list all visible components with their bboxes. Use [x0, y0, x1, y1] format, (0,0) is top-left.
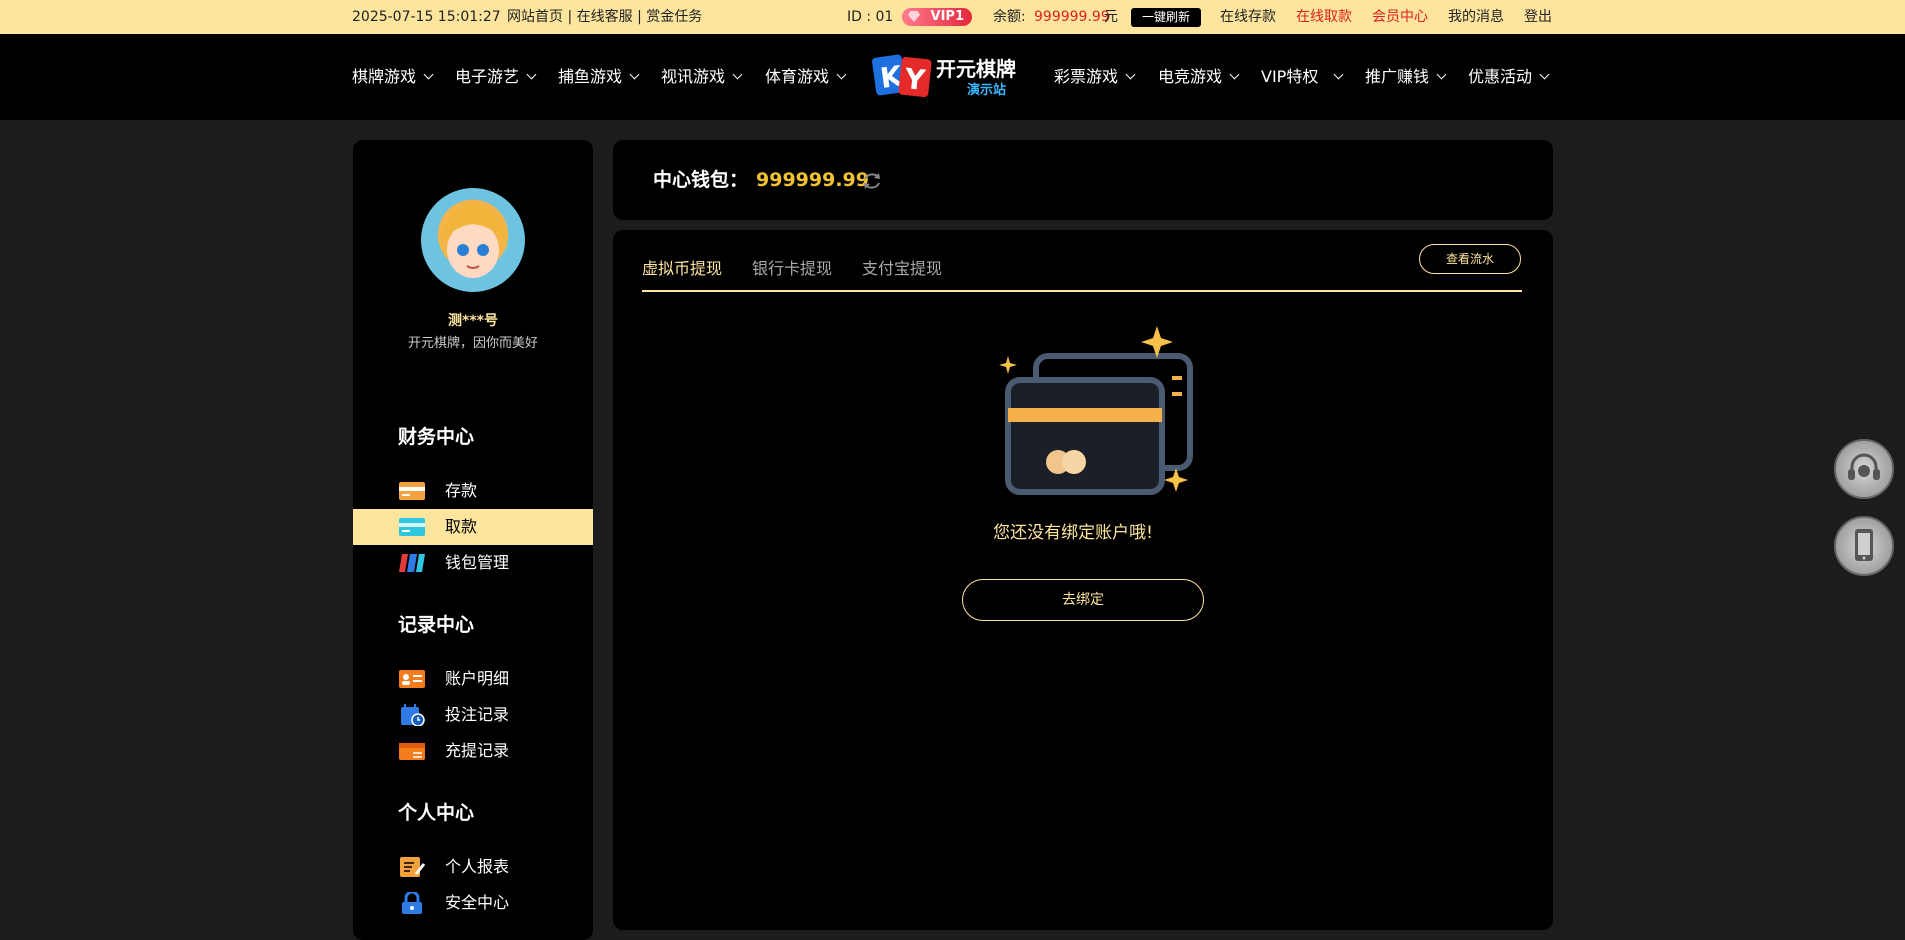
nav-item-promote[interactable]: 推广赚钱 — [1365, 34, 1447, 120]
deposit-card-icon — [399, 482, 425, 500]
chevron-down-icon — [526, 69, 537, 80]
chevron-down-icon — [732, 69, 743, 80]
sidebar-item-deposit[interactable]: 存款 — [353, 473, 593, 509]
refresh-icon[interactable] — [861, 170, 883, 192]
balance-unit: 元 — [1104, 9, 1118, 25]
nav-item-lottery[interactable]: 彩票游戏 — [1054, 34, 1136, 120]
lock-icon — [402, 892, 422, 914]
section-title-finance: 财务中心 — [398, 426, 475, 448]
center-wallet-card: 中心钱包： 999999.99 — [613, 140, 1553, 220]
svg-text:开元棋牌: 开元棋牌 — [936, 57, 1016, 81]
tab-bankcard-withdraw[interactable]: 银行卡提现 — [752, 254, 832, 284]
id-card-icon — [399, 670, 425, 688]
sidebar: 测***号 开元棋牌，因你而美好 财务中心 存款 取款 钱包管理 记录中心 账户… — [353, 140, 593, 940]
top-bar: 2025-07-15 15:01:27 网站首页 | 在线客服 | 赏金任务 I… — [0, 0, 1905, 34]
vip-badge: VIP1 — [902, 8, 972, 26]
svg-text:Y: Y — [902, 62, 927, 97]
nav-item-fishing[interactable]: 捕鱼游戏 — [558, 34, 640, 120]
sidebar-item-personal-report[interactable]: 个人报表 — [353, 849, 593, 885]
view-flow-button[interactable]: 查看流水 — [1419, 244, 1521, 274]
nav-item-chess[interactable]: 棋牌游戏 — [352, 34, 434, 120]
svg-text:演示站: 演示站 — [967, 82, 1006, 98]
chevron-down-icon — [1333, 69, 1344, 80]
tab-crypto-withdraw[interactable]: 虚拟币提现 — [642, 254, 722, 284]
tab-underline — [642, 290, 1522, 292]
center-wallet-amount: 999999.99 — [756, 169, 869, 191]
chevron-down-icon — [1125, 69, 1136, 80]
online-withdraw-link[interactable]: 在线取款 — [1296, 0, 1352, 34]
wallet-icon — [399, 743, 425, 760]
username: 测***号 — [448, 313, 498, 329]
user-id: ID : 01 — [847, 9, 894, 25]
online-deposit-link[interactable]: 在线存款 — [1220, 0, 1276, 34]
one-click-refresh-button[interactable]: 一键刷新 — [1131, 8, 1201, 27]
withdraw-panel: 虚拟币提现 银行卡提现 支付宝提现 查看流水 您还没有绑定账户哦! 去绑定 — [613, 230, 1553, 930]
site-logo[interactable]: K Y 开元棋牌 演示站 — [872, 50, 1040, 102]
avatar[interactable] — [421, 188, 525, 292]
calendar-clock-icon — [401, 704, 425, 726]
nav-item-slots[interactable]: 电子游艺 — [455, 34, 537, 120]
chevron-down-icon — [1436, 69, 1447, 80]
section-title-records: 记录中心 — [398, 614, 475, 636]
nav-item-sports[interactable]: 体育游戏 — [765, 34, 847, 120]
balance-label: 余额: — [993, 9, 1026, 25]
sidebar-item-security-center[interactable]: 安全中心 — [353, 885, 593, 921]
top-links[interactable]: 网站首页 | 在线客服 | 赏金任务 — [507, 0, 702, 34]
balance-value: 999999.99 — [1034, 9, 1110, 25]
my-messages-link[interactable]: 我的消息 — [1448, 0, 1504, 34]
sidebar-item-withdraw[interactable]: 取款 — [353, 509, 593, 545]
tab-alipay-withdraw[interactable]: 支付宝提现 — [862, 254, 942, 284]
nav-item-vip[interactable]: VIP特权 — [1261, 34, 1344, 120]
withdraw-card-icon — [399, 518, 425, 536]
diamond-icon — [908, 11, 920, 22]
chevron-down-icon — [1539, 69, 1550, 80]
datetime: 2025-07-15 15:01:27 — [352, 9, 501, 25]
sidebar-item-bet-records[interactable]: 投注记录 — [353, 697, 593, 733]
section-title-personal: 个人中心 — [398, 802, 475, 824]
chevron-down-icon — [423, 69, 434, 80]
mobile-phone-icon — [1855, 529, 1873, 561]
motto: 开元棋牌，因你而美好 — [407, 336, 538, 351]
customer-service-button[interactable] — [1834, 439, 1894, 499]
go-bind-button[interactable]: 去绑定 — [962, 579, 1204, 621]
sidebar-item-wallet[interactable]: 钱包管理 — [353, 545, 593, 581]
sidebar-item-account-details[interactable]: 账户明细 — [353, 661, 593, 697]
mobile-app-button[interactable] — [1834, 516, 1894, 576]
center-wallet-label: 中心钱包： — [653, 169, 749, 191]
wallet-cards-icon — [399, 554, 425, 572]
empty-message: 您还没有绑定账户哦! — [993, 523, 1153, 543]
nav-item-esports[interactable]: 电竞游戏 — [1158, 34, 1240, 120]
sidebar-item-deposit-withdraw-records[interactable]: 充提记录 — [353, 733, 593, 769]
logout-link[interactable]: 登出 — [1524, 0, 1552, 34]
headset-icon — [1848, 453, 1880, 480]
nav-item-live[interactable]: 视讯游戏 — [661, 34, 743, 120]
chevron-down-icon — [629, 69, 640, 80]
report-edit-icon — [400, 857, 426, 877]
nav-item-promotions[interactable]: 优惠活动 — [1468, 34, 1550, 120]
chevron-down-icon — [836, 69, 847, 80]
chevron-down-icon — [1229, 69, 1240, 80]
member-center-link[interactable]: 会员中心 — [1372, 0, 1428, 34]
empty-card-illustration — [999, 326, 1193, 495]
